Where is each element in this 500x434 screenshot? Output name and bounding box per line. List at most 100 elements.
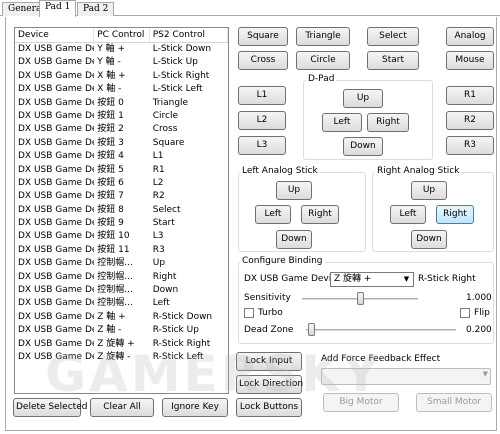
- pc-control-cell: 按鈕 4: [97, 151, 124, 162]
- table-row[interactable]: DX USB Game De...X 軸 + L-Stick Right: [15, 70, 228, 83]
- left-stick-right-button[interactable]: Right: [301, 205, 339, 224]
- binding-list[interactable]: Device PC Control PS2 Control DX USB Gam…: [14, 27, 229, 394]
- table-row[interactable]: DX USB Game De...Y 軸 - L-Stick Up: [15, 56, 228, 69]
- right-stick-up-button[interactable]: Up: [411, 181, 447, 200]
- ps2-control-cell: Triangle: [152, 97, 189, 108]
- circle-button[interactable]: Circle: [296, 51, 350, 70]
- table-row[interactable]: DX USB Game De...控制帽... Up: [15, 257, 228, 270]
- table-row[interactable]: DX USB Game De...按鈕 7 R2: [15, 190, 228, 203]
- device-cell: DX USB Game De...: [18, 110, 94, 121]
- pc-control-cell: 按鈕 6: [97, 177, 124, 188]
- device-cell: DX USB Game De...: [18, 177, 94, 188]
- binding-rows: DX USB Game De... Y 軸 + L-Stick Down DX USB…: [15, 43, 228, 364]
- device-cell: DX USB Game De...: [18, 271, 94, 282]
- table-row[interactable]: DX USB Game De...按鈕 11 R3: [15, 244, 228, 257]
- table-row[interactable]: DX USB Game De...按鈕 9 Start: [15, 217, 228, 230]
- table-row[interactable]: DX USB Game De...控制帽... Down: [15, 284, 228, 297]
- device-cell: DX USB Game De...: [18, 137, 94, 148]
- binding-target-label: R-Stick Right: [418, 274, 476, 284]
- ps2-control-cell: R2: [152, 191, 165, 202]
- table-row[interactable]: DX USB Game De...X 軸 - L-Stick Left: [15, 83, 228, 96]
- l2-button[interactable]: L2: [238, 111, 286, 130]
- dead-zone-thumb[interactable]: [307, 323, 315, 336]
- right-stick-left-button[interactable]: Left: [390, 205, 426, 224]
- sensitivity-slider[interactable]: [302, 292, 418, 306]
- start-button[interactable]: Start: [367, 51, 419, 70]
- dead-zone-slider[interactable]: [306, 323, 456, 337]
- device-cell: DX USB Game De...: [18, 124, 94, 135]
- table-row[interactable]: DX USB Game De...按鈕 6 L2: [15, 177, 228, 190]
- sensitivity-label: Sensitivity: [244, 293, 291, 303]
- ps2-control-cell: L-Stick Right: [152, 70, 210, 81]
- pc-control-cell: Z 軸 +: [97, 311, 126, 322]
- right-stick-right-button[interactable]: Right: [436, 205, 474, 224]
- table-row[interactable]: DX USB Game De...按鈕 2 Cross: [15, 123, 228, 136]
- device-cell: DX USB Game De...: [18, 244, 94, 255]
- triangle-button[interactable]: Triangle: [296, 27, 350, 46]
- left-stick-left-button[interactable]: Left: [255, 205, 291, 224]
- flip-checkbox[interactable]: [460, 308, 470, 318]
- tab-pad-2[interactable]: Pad 2: [77, 2, 115, 16]
- binding-control-value: Z 旋轉 +: [334, 274, 372, 284]
- ps2-control-cell: Square: [152, 137, 185, 148]
- device-cell: DX USB Game De...: [18, 325, 94, 336]
- table-row[interactable]: DX USB Game De...控制帽... Left: [15, 297, 228, 310]
- dpad-right-button[interactable]: Right: [367, 113, 409, 132]
- table-row[interactable]: DX USB Game De...控制帽... Right: [15, 271, 228, 284]
- l1-button[interactable]: L1: [238, 86, 286, 105]
- table-row[interactable]: DX USB Game De...按鈕 1 Circle: [15, 110, 228, 123]
- device-cell: DX USB Game De...: [18, 231, 94, 242]
- ps2-control-cell: L3: [152, 231, 164, 242]
- ps2-control-cell: R-Stick Up: [152, 325, 199, 336]
- pc-control-cell: Y 軸 +: [97, 44, 126, 54]
- tab-pad-1[interactable]: Pad 1: [39, 0, 77, 17]
- turbo-checkbox[interactable]: [244, 308, 254, 318]
- mouse-button[interactable]: Mouse: [446, 51, 494, 70]
- dead-zone-track: [306, 329, 456, 331]
- l3-button[interactable]: L3: [238, 136, 286, 155]
- left-stick-title: Left Analog Stick: [240, 166, 320, 177]
- left-stick-down-button[interactable]: Down: [276, 230, 312, 249]
- ps2-control-cell: Circle: [152, 110, 179, 121]
- dpad-down-button[interactable]: Down: [343, 137, 383, 156]
- device-cell: DX USB Game De...: [18, 191, 94, 202]
- pc-control-cell: 控制帽...: [97, 258, 133, 269]
- small-motor-button[interactable]: Small Motor: [416, 393, 492, 412]
- ps2-control-cell: L-Stick Down: [152, 44, 212, 54]
- ps2-control-cell: Up: [152, 258, 166, 269]
- ps2-control-cell: Down: [152, 285, 179, 296]
- table-row[interactable]: DX USB Game De...Z 軸 - R-Stick Up: [15, 324, 228, 337]
- table-row[interactable]: DX USB Game De...按鈕 8 Select: [15, 204, 228, 217]
- dpad-left-button[interactable]: Left: [322, 113, 362, 132]
- column-ps2-control[interactable]: PS2 Control: [150, 28, 228, 42]
- right-stick-down-button[interactable]: Down: [411, 230, 447, 249]
- sensitivity-thumb[interactable]: [357, 292, 364, 305]
- table-row[interactable]: DX USB Game De...按鈕 3 Square: [15, 137, 228, 150]
- select-button[interactable]: Select: [367, 27, 419, 46]
- dpad-up-button[interactable]: Up: [343, 89, 383, 108]
- binding-control-select[interactable]: Z 旋轉 + ▼: [330, 272, 414, 287]
- pc-control-cell: 按鈕 2: [97, 124, 124, 135]
- table-row[interactable]: DX USB Game De...按鈕 5 R1: [15, 164, 228, 177]
- table-row[interactable]: DX USB Game De...Y 軸 + L-Stick Down: [15, 43, 228, 56]
- left-stick-up-button[interactable]: Up: [276, 181, 312, 200]
- r2-button[interactable]: R2: [446, 111, 494, 130]
- column-device[interactable]: Device: [15, 28, 95, 42]
- r1-button[interactable]: R1: [446, 86, 494, 105]
- table-row[interactable]: DX USB Game De...按鈕 0 Triangle: [15, 97, 228, 110]
- pc-control-cell: 按鈕 9: [97, 218, 124, 229]
- device-cell: DX USB Game De...: [18, 164, 94, 175]
- table-row[interactable]: DX USB Game De...Z 軸 + R-Stick Down: [15, 311, 228, 324]
- column-pc-control[interactable]: PC Control: [94, 28, 150, 42]
- device-cell: DX USB Game De...: [18, 258, 94, 269]
- ps2-control-cell: Right: [152, 271, 177, 282]
- r3-button[interactable]: R3: [446, 136, 494, 155]
- pc-control-cell: 按鈕 3: [97, 137, 124, 148]
- chevron-down-icon: ▼: [482, 370, 488, 378]
- table-row[interactable]: DX USB Game De...按鈕 10 L3: [15, 230, 228, 243]
- square-button[interactable]: Square: [238, 27, 288, 46]
- pc-control-cell: Z 軸 -: [97, 325, 122, 336]
- cross-button[interactable]: Cross: [238, 51, 288, 70]
- analog-button[interactable]: Analog: [446, 27, 494, 46]
- table-row[interactable]: DX USB Game De...按鈕 4 L1: [15, 150, 228, 163]
